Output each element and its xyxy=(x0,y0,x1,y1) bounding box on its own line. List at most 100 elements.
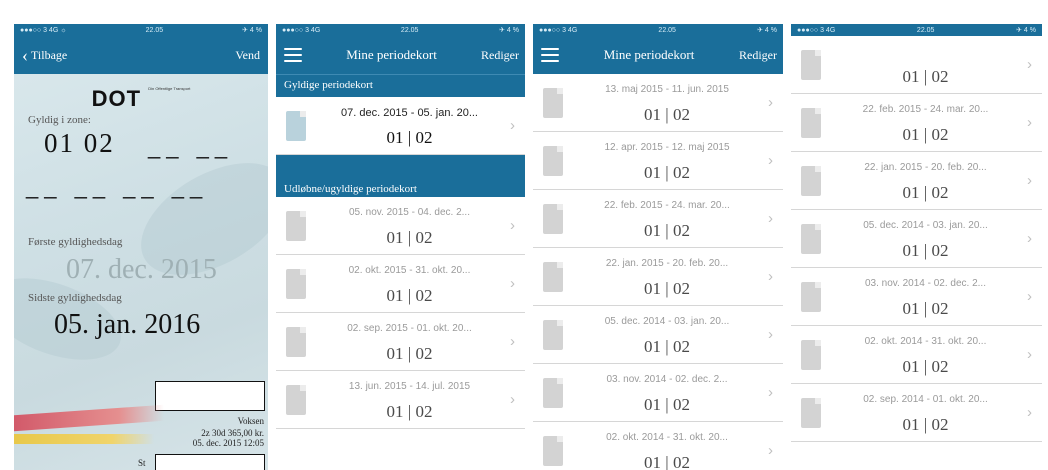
chevron-right-icon: › xyxy=(1027,56,1032,73)
card-dates: 02. okt. 2014 - 31. okt. 20... xyxy=(606,432,728,443)
chevron-right-icon: › xyxy=(1027,346,1032,363)
card-zones: 01 | 02 xyxy=(644,105,690,124)
list-screen-3: ●●●○○ 3 4G 22.05 ✈ 4 % Mine periodekort … xyxy=(791,24,1042,470)
zone-label: Gyldig i zone: xyxy=(28,114,91,126)
valid-cards-header: Gyldige periodekort xyxy=(276,74,525,97)
first-day-value: 07. dec. 2015 xyxy=(66,254,217,285)
expired-card-row[interactable]: 05. dec. 2014 - 03. jan. 20... 01 | 02 › xyxy=(791,210,1042,268)
card-zones: 01 | 02 xyxy=(386,228,433,247)
expired-card-row[interactable]: 13. jun. 2015 - 14. jul. 2015 01 | 02 › xyxy=(276,371,525,429)
ticket-icon xyxy=(543,378,563,408)
status-carrier: ●●●○○ 3 4G xyxy=(539,26,578,34)
card-dates: 22. jan. 2015 - 20. feb. 20... xyxy=(864,162,987,173)
card-zones: 01 | 02 xyxy=(902,357,949,376)
chevron-right-icon: › xyxy=(768,326,773,343)
ticket-screen: ●●●○○ 3 4G ☼ 22.05 ✈ 4 % ‹ Tilbage Vend … xyxy=(14,24,268,470)
status-battery: ✈ 4 % xyxy=(499,27,519,34)
expired-card-row[interactable]: 22. jan. 2015 - 20. feb. 20... 01 | 02 › xyxy=(533,248,783,306)
ticket-icon xyxy=(801,340,821,370)
ticket-icon xyxy=(286,269,306,299)
expired-card-row[interactable]: 02. sep. 2014 - 01. okt. 20... 01 | 02 › xyxy=(791,384,1042,442)
ticket-icon xyxy=(543,146,563,176)
edit-button[interactable]: Rediger xyxy=(739,48,777,63)
chevron-right-icon: › xyxy=(768,442,773,459)
list-screen-1: ●●●○○ 3 4G 22.05 ✈ 4 % Mine periodekort … xyxy=(276,24,525,470)
status-carrier: ●●●○○ 3 4G ☼ xyxy=(20,26,67,34)
status-bar: ●●●○○ 3 4G 22.05 ✈ 4 % xyxy=(276,24,525,36)
expired-card-row[interactable]: 01 | 02 › xyxy=(791,36,1042,94)
expired-card-row[interactable]: 22. jan. 2015 - 20. feb. 20... 01 | 02 › xyxy=(791,152,1042,210)
chevron-right-icon: › xyxy=(1027,230,1032,247)
expired-card-row[interactable]: 22. feb. 2015 - 24. mar. 20... 01 | 02 › xyxy=(791,94,1042,152)
card-zones: 01 | 02 xyxy=(644,453,690,470)
card-zones: 01 | 02 xyxy=(644,221,690,240)
ticket-icon xyxy=(801,282,821,312)
list-screen-2: ●●●○○ 3 4G 22.05 ✈ 4 % Mine periodekort … xyxy=(533,24,783,470)
hamburger-menu-icon[interactable] xyxy=(541,48,559,62)
card-dates: 12. apr. 2015 - 12. maj 2015 xyxy=(604,142,730,153)
card-zones: 01 | 02 xyxy=(902,241,949,260)
chevron-right-icon: › xyxy=(1027,114,1032,131)
valid-card-row[interactable]: 07. dec. 2015 - 05. jan. 20... 01 | 02 › xyxy=(276,97,525,155)
passenger-type: Voksen xyxy=(237,416,264,426)
card-dates: 07. dec. 2015 - 05. jan. 20... xyxy=(341,107,478,119)
ticket-icon xyxy=(286,327,306,357)
status-battery: ✈ 4 % xyxy=(242,27,262,34)
zone-empty-slots-row2: __ __ __ __ xyxy=(26,174,209,199)
issued-time: 05. dec. 2015 12:05 xyxy=(192,438,264,448)
ticket-icon xyxy=(801,398,821,428)
expired-card-row[interactable]: 03. nov. 2014 - 02. dec. 2... 01 | 02 › xyxy=(533,364,783,422)
card-dates: 05. dec. 2014 - 03. jan. 20... xyxy=(863,220,988,231)
expired-card-row[interactable]: 03. nov. 2014 - 02. dec. 2... 01 | 02 › xyxy=(791,268,1042,326)
expired-card-row[interactable]: 02. okt. 2014 - 31. okt. 20... 01 | 02 › xyxy=(533,422,783,470)
ticket-icon xyxy=(286,385,306,415)
flip-button[interactable]: Vend xyxy=(235,48,260,63)
zone-values: 01 02 xyxy=(44,128,115,158)
dot-logo: DOT Din Offentlige Transport xyxy=(91,86,191,111)
chevron-right-icon: › xyxy=(768,384,773,401)
card-dates: 02. sep. 2015 - 01. okt. 20... xyxy=(347,323,472,334)
card-zones: 01 | 02 xyxy=(386,402,433,421)
last-day-value: 05. jan. 2016 xyxy=(54,309,201,340)
expired-card-row[interactable]: 02. okt. 2015 - 31. okt. 20... 01 | 02 › xyxy=(276,255,525,313)
status-time: 22.05 xyxy=(658,26,676,34)
ticket-icon xyxy=(801,166,821,196)
card-dates: 02. sep. 2014 - 01. okt. 20... xyxy=(863,394,988,405)
card-dates: 22. feb. 2015 - 24. mar. 20... xyxy=(862,104,989,115)
expired-card-row[interactable]: 02. okt. 2014 - 31. okt. 20... 01 | 02 › xyxy=(791,326,1042,384)
chevron-right-icon: › xyxy=(1027,172,1032,189)
first-day-label: Første gyldighedsdag xyxy=(28,236,123,248)
chevron-right-icon: › xyxy=(510,217,515,234)
expired-card-row[interactable]: 05. dec. 2014 - 03. jan. 20... 01 | 02 › xyxy=(533,306,783,364)
hamburger-menu-icon[interactable] xyxy=(284,48,302,62)
ticket-navbar: ‹ Tilbage Vend xyxy=(14,36,268,74)
card-dates: 22. jan. 2015 - 20. feb. 20... xyxy=(605,258,729,269)
back-button[interactable]: ‹ Tilbage xyxy=(22,46,67,64)
card-dates: 02. okt. 2014 - 31. okt. 20... xyxy=(864,336,987,347)
card-zones: 01 | 02 xyxy=(386,286,433,305)
edit-button[interactable]: Rediger xyxy=(481,48,519,63)
status-bar: ●●●○○ 3 4G ☼ 22.05 ✈ 4 % xyxy=(14,24,268,36)
expired-card-row[interactable]: 12. apr. 2015 - 12. maj 2015 01 | 02 › xyxy=(533,132,783,190)
card-dates: 02. okt. 2015 - 31. okt. 20... xyxy=(348,265,471,276)
status-time: 22.05 xyxy=(145,26,164,34)
chevron-right-icon: › xyxy=(768,152,773,169)
expired-card-row[interactable]: 05. nov. 2015 - 04. dec. 2... 01 | 02 › xyxy=(276,197,525,255)
expired-card-row[interactable]: 13. maj 2015 - 11. jun. 2015 01 | 02 › xyxy=(533,74,783,132)
chevron-right-icon: › xyxy=(510,117,515,134)
chevron-right-icon: › xyxy=(1027,288,1032,305)
card-zones: 01 | 02 xyxy=(386,344,433,363)
navbar: Mine periodekort Rediger xyxy=(533,36,783,74)
card-zones: 01 | 02 xyxy=(902,299,949,318)
ticket-icon xyxy=(286,111,306,141)
status-bar: ●●●○○ 3 4G 22.05 ✈ 4 % xyxy=(533,24,783,36)
expired-card-row[interactable]: 02. sep. 2015 - 01. okt. 20... 01 | 02 › xyxy=(276,313,525,371)
status-bar: ●●●○○ 3 4G 22.05 ✈ 4 % xyxy=(791,24,1042,36)
expired-cards-header: Udløbne/ugyldige periodekort xyxy=(276,155,525,197)
status-battery: ✈ 4 % xyxy=(1016,27,1036,34)
red-stripe xyxy=(14,404,164,432)
expired-card-row[interactable]: 22. feb. 2015 - 24. mar. 20... 01 | 02 › xyxy=(533,190,783,248)
chevron-right-icon: › xyxy=(510,333,515,350)
card-zones: 01 | 02 xyxy=(386,128,433,147)
status-carrier: ●●●○○ 3 4G xyxy=(282,26,321,34)
